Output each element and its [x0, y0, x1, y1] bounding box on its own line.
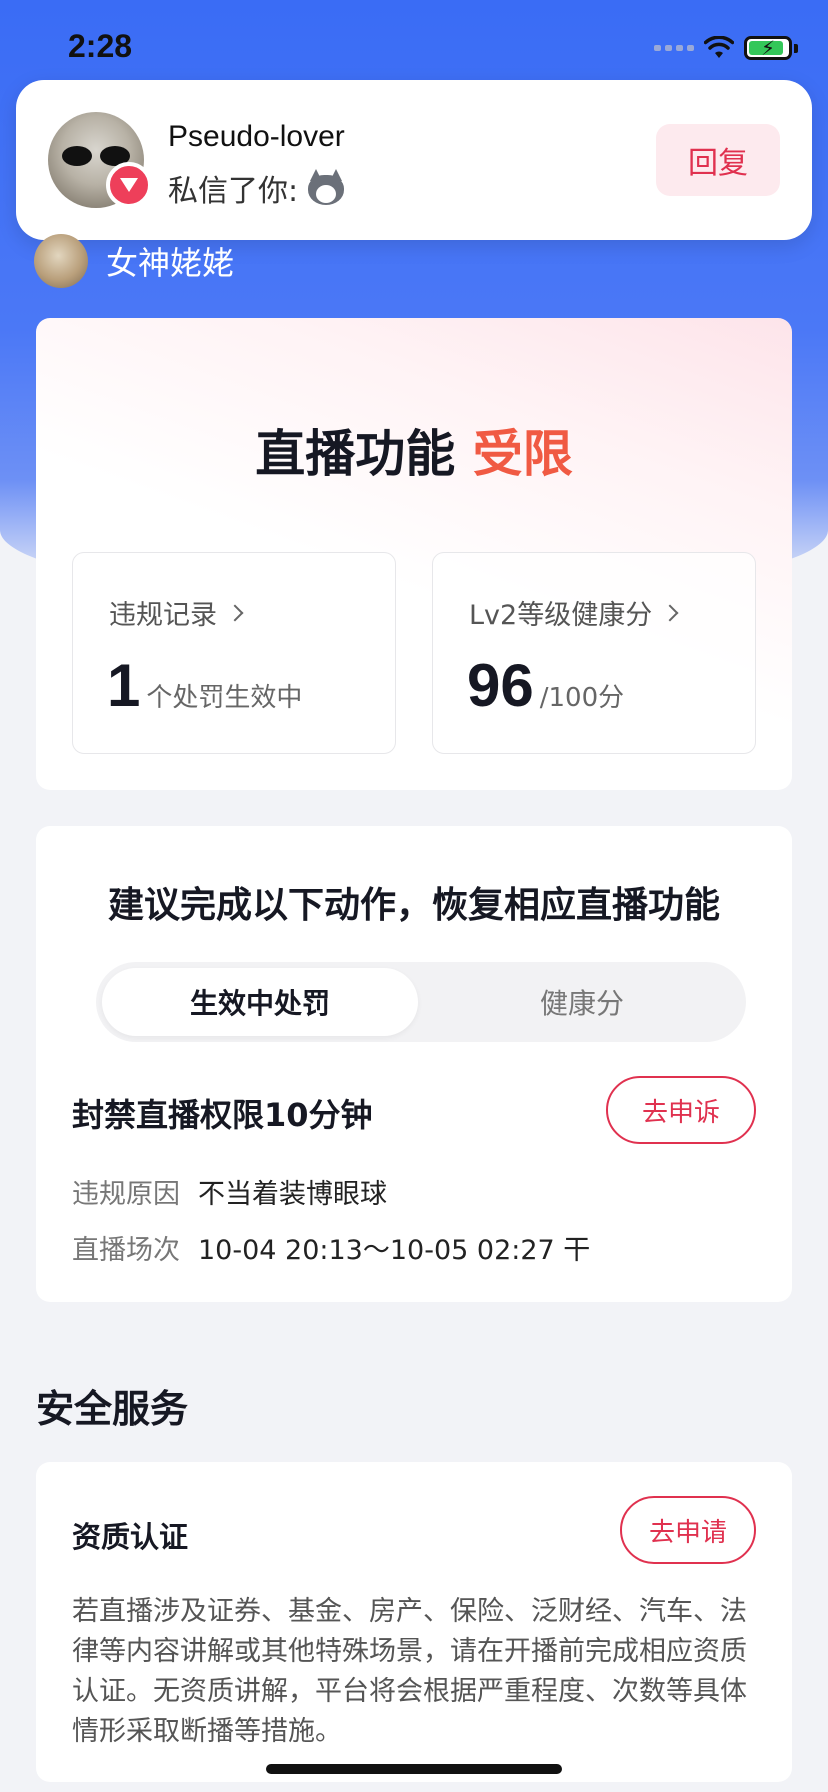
notification-sender: Pseudo-lover [168, 120, 345, 153]
notification-message: 私信了你: [168, 166, 346, 210]
qualification-title: 资质认证 [72, 1520, 189, 1554]
status-title-text: 直播功能 [255, 425, 456, 483]
battery-cap [794, 43, 798, 53]
host-name: 女神姥姥 [106, 244, 235, 282]
violation-label-text: 违规记录 [109, 600, 217, 631]
health-score-box[interactable]: Lv2等级健康分 96 /100分 [432, 552, 756, 754]
tab-health-score[interactable]: 健康分 [424, 968, 740, 1036]
health-score: 96 [467, 652, 534, 719]
chevron-right-icon [226, 604, 244, 621]
session-value: 10-04 20:13～10-05 02:27 干 [198, 1235, 591, 1266]
recovery-actions-card: 建议完成以下动作，恢复相应直播功能 生效中处罚 健康分 封禁直播权限10分钟 去… [36, 826, 792, 1302]
health-label-text: Lv2等级健康分 [469, 600, 653, 631]
cellular-signal-icon [654, 45, 694, 51]
tab-active-penalties[interactable]: 生效中处罚 [102, 968, 418, 1036]
status-title-highlight: 受限 [472, 425, 573, 483]
reason-value: 不当着装博眼球 [198, 1179, 387, 1210]
health-unit: /100分 [539, 683, 625, 713]
app-badge-icon [106, 162, 152, 208]
host-avatar [34, 234, 88, 288]
violation-count: 1 [107, 652, 141, 719]
home-indicator[interactable] [266, 1764, 562, 1774]
violation-reason-row: 违规原因 不当着装博眼球 [72, 1172, 387, 1211]
notification-message-text: 私信了你: [168, 174, 299, 209]
violation-unit: 个处罚生效中 [146, 683, 303, 713]
security-section-title: 安全服务 [36, 1387, 189, 1431]
battery-icon: ⚡ [744, 36, 792, 60]
message-notification-banner[interactable]: Pseudo-lover 私信了你: 回复 [16, 80, 812, 240]
live-status-card: 直播功能 受限 违规记录 1 个处罚生效中 Lv2等级健康分 96 /100分 [36, 318, 792, 790]
violation-record-label: 违规记录 [109, 593, 244, 632]
apply-button[interactable]: 去申请 [620, 1496, 756, 1564]
live-status-title: 直播功能 受限 [36, 414, 792, 486]
tab-bar: 生效中处罚 健康分 [96, 962, 746, 1042]
host-info[interactable]: 女神姥姥 [34, 234, 234, 288]
qualification-description: 若直播涉及证券、基金、房产、保险、泛财经、汽车、法律等内容讲解或其他特殊场景，请… [72, 1596, 747, 1747]
reason-key: 违规原因 [72, 1179, 180, 1210]
health-score-label: Lv2等级健康分 [469, 593, 679, 632]
live-session-row: 直播场次 10-04 20:13～10-05 02:27 干 [72, 1228, 590, 1267]
status-time: 2:28 [68, 28, 133, 64]
actions-title: 建议完成以下动作，恢复相应直播功能 [107, 885, 720, 926]
status-icons: ⚡ [654, 36, 798, 60]
husky-emoji-icon [306, 169, 346, 207]
appeal-button[interactable]: 去申诉 [606, 1076, 756, 1144]
chevron-right-icon [661, 604, 679, 621]
session-key: 直播场次 [72, 1235, 180, 1266]
wifi-icon [704, 36, 734, 58]
violation-record-box[interactable]: 违规记录 1 个处罚生效中 [72, 552, 396, 754]
reply-button[interactable]: 回复 [656, 124, 780, 196]
penalty-title: 封禁直播权限10分钟 [72, 1096, 373, 1134]
qualification-card: 资质认证 去申请 若直播涉及证券、基金、房产、保险、泛财经、汽车、法律等内容讲解… [36, 1462, 792, 1782]
violation-value: 1 个处罚生效中 [107, 651, 302, 720]
health-value: 96 /100分 [467, 651, 624, 720]
